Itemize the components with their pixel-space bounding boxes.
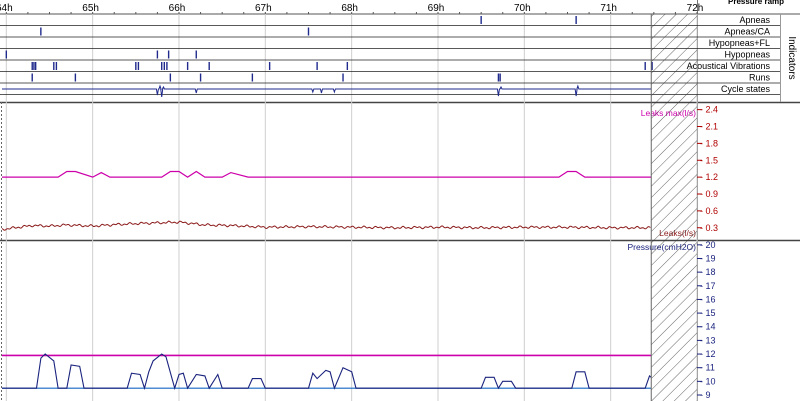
leaks-tick-label: - 2.4 [700, 105, 718, 115]
time-label-67h: 67h [255, 3, 272, 14]
leaks-tick-label: - 0.3 [700, 223, 718, 233]
pressure-tick-label: - 12 [700, 349, 716, 359]
pressure-tick-label: - 9 [700, 390, 711, 400]
pressure-tick-label: - 13 [700, 335, 716, 345]
time-label-66h: 66h [169, 3, 186, 14]
hatch-rect [651, 14, 697, 401]
indicator-label-1: Apneas/CA [724, 27, 770, 37]
indicator-label-0: Apneas [739, 15, 770, 25]
pressure-tick-label: - 18 [700, 267, 716, 277]
indicators-title: Indicators [786, 36, 797, 79]
time-label-72h: 72h [687, 3, 704, 14]
pressure-tick-label: - 11 [700, 363, 715, 373]
time-label-65h: 65h [82, 3, 99, 14]
leaks-tick-label: - 1.5 [700, 155, 718, 165]
indicator-label-5: Runs [749, 73, 771, 83]
pressure-tick-label: - 17 [700, 281, 716, 291]
time-label-70h: 70h [514, 3, 531, 14]
leaks-tick-label: - 0.9 [700, 189, 718, 199]
time-label-69h: 69h [428, 3, 445, 14]
pressure-tick-label: - 19 [700, 253, 716, 263]
leaks-tick-label: - 1.2 [700, 172, 718, 182]
pressure-tick-label: - 15 [700, 308, 716, 318]
leaks-tick-label: - 1.8 [700, 138, 718, 148]
leaks-tick-label: - 0.6 [700, 206, 718, 216]
indicator-label-4: Acoustical Vibrations [687, 61, 771, 71]
pressure-tick-label: - 14 [700, 322, 716, 332]
time-label-71h: 71h [600, 3, 617, 14]
pressure-tick-label: - 20 [700, 240, 716, 250]
pressure-tick-label: - 16 [700, 294, 716, 304]
header-fragment: Pressure ramp [728, 0, 784, 6]
leaks-tick-label: - 2.1 [700, 122, 718, 132]
recording-chart-svg: Pressure ramp 64h65h66h67h68h69h70h71h72… [0, 0, 800, 401]
unrecorded-hatched-area [650, 14, 697, 401]
pressure-tick-label: - 10 [700, 376, 716, 386]
indicator-label-2: Hypopneas+FL [709, 38, 770, 48]
sleep-recording-viewer: Pressure ramp 64h65h66h67h68h69h70h71h72… [0, 0, 800, 401]
indicator-label-6: Cycle states [721, 84, 771, 94]
indicator-label-3: Hypopneas [724, 50, 770, 60]
time-label-68h: 68h [341, 3, 358, 14]
